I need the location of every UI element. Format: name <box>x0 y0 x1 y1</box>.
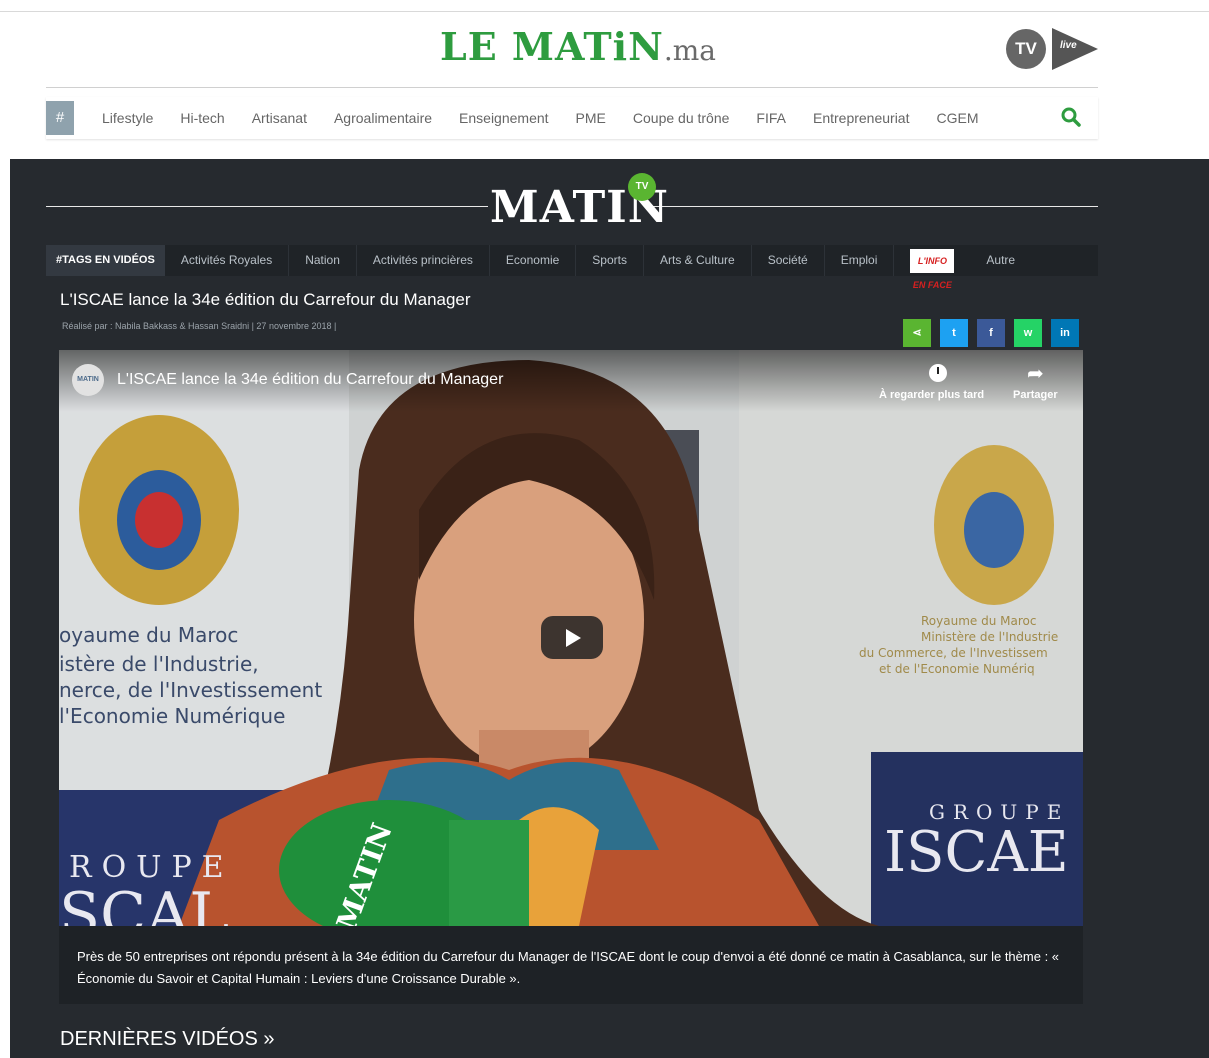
site-logo[interactable]: LE MATiN.ma <box>440 24 770 72</box>
logo-extension: .ma <box>663 34 716 67</box>
wall-text-left-4: l'Economie Numérique <box>59 704 286 728</box>
article-meta: Réalisé par : Nabila Bakkass & Hassan Sr… <box>62 321 337 331</box>
nav-item-lifestyle[interactable]: Lifestyle <box>102 110 153 126</box>
video-tags-bar: #TAGS EN VIDÉOS Activités Royales Nation… <box>46 245 1098 290</box>
channel-avatar[interactable]: MATIN <box>72 364 104 396</box>
logo-rule-right <box>648 206 1098 207</box>
tv-icon[interactable]: TV <box>1006 29 1046 69</box>
main-nav: # Lifestyle Hi-tech Artisanat Agroalimen… <box>46 97 1098 139</box>
video-caption: Près de 50 entreprises ont répondu prése… <box>59 926 1083 1004</box>
caption-text: Près de 50 entreprises ont répondu prése… <box>77 949 1060 986</box>
iscae-left: SCAL <box>59 880 230 926</box>
tag-nation[interactable]: Nation <box>289 245 357 276</box>
live-play-text: live <box>1060 40 1077 51</box>
nav-item-agroalimentaire[interactable]: Agroalimentaire <box>334 110 432 126</box>
share-arrow-icon[interactable]: ➦ <box>1027 361 1044 386</box>
nav-item-cgem[interactable]: CGEM <box>937 110 979 126</box>
share-icon[interactable]: ⋖ <box>903 319 931 347</box>
wall-text-right-2: Ministère de l'Industrie <box>921 630 1059 644</box>
article-title: L'ISCAE lance la 34e édition du Carrefou… <box>60 290 471 309</box>
nav-item-enseignement[interactable]: Enseignement <box>459 110 549 126</box>
play-button[interactable] <box>541 616 603 659</box>
tag-emploi[interactable]: Emploi <box>825 245 895 276</box>
linkedin-icon[interactable]: in <box>1051 319 1079 347</box>
watch-later-button[interactable]: À regarder plus tard <box>879 389 984 401</box>
tags-label[interactable]: #TAGS EN VIDÉOS <box>46 245 165 276</box>
nav-divider <box>46 87 1098 88</box>
video-title[interactable]: L'ISCAE lance la 34e édition du Carrefou… <box>117 371 503 389</box>
top-divider <box>0 11 1209 12</box>
iscae-right: ISCAE <box>884 820 1069 885</box>
latest-videos-heading[interactable]: DERNIÈRES VIDÉOS » <box>60 1028 275 1051</box>
logo-main: LE MATiN <box>440 24 664 69</box>
tv-badge: TV <box>628 173 656 201</box>
tag-sports[interactable]: Sports <box>576 245 644 276</box>
nav-item-coupe-du-trone[interactable]: Coupe du trône <box>633 110 730 126</box>
tag-societe[interactable]: Société <box>752 245 825 276</box>
nav-items: Lifestyle Hi-tech Artisanat Agroalimenta… <box>102 97 1006 139</box>
whatsapp-icon[interactable]: w <box>1014 319 1042 347</box>
wall-text-right-4: et de l'Economie Numériq <box>879 662 1035 676</box>
wall-text-right-3: du Commerce, de l'Investissem <box>859 646 1048 660</box>
twitter-icon[interactable]: t <box>940 319 968 347</box>
wall-text-right-1: Royaume du Maroc <box>921 614 1037 628</box>
wall-text-left-3: nerce, de l'Investissement <box>59 678 323 702</box>
nav-item-hi-tech[interactable]: Hi-tech <box>180 110 224 126</box>
nav-item-artisanat[interactable]: Artisanat <box>252 110 307 126</box>
video-share-button[interactable]: Partager <box>1013 389 1058 401</box>
tag-activites-royales[interactable]: Activités Royales <box>165 245 290 276</box>
search-icon[interactable] <box>1060 106 1082 128</box>
tag-activites-princieres[interactable]: Activités princières <box>357 245 490 276</box>
nav-item-entrepreneuriat[interactable]: Entrepreneuriat <box>813 110 910 126</box>
logo-rule-left <box>46 206 488 207</box>
video-player[interactable]: oyaume du Maroc istère de l'Industrie, n… <box>59 350 1083 926</box>
clock-icon[interactable] <box>929 364 947 382</box>
nav-item-fifa[interactable]: FIFA <box>756 110 786 126</box>
hashtag-button[interactable]: # <box>46 101 74 135</box>
tag-autre[interactable]: Autre <box>970 245 1031 276</box>
wall-text-left-1: oyaume du Maroc <box>59 623 239 647</box>
tag-economie[interactable]: Economie <box>490 245 577 276</box>
facebook-icon[interactable]: f <box>977 319 1005 347</box>
wall-text-left-2: istère de l'Industrie, <box>59 652 259 676</box>
linfo-en-face-logo[interactable]: L'INFO EN FACE <box>910 248 955 290</box>
nav-item-pme[interactable]: PME <box>576 110 606 126</box>
tag-arts-culture[interactable]: Arts & Culture <box>644 245 752 276</box>
